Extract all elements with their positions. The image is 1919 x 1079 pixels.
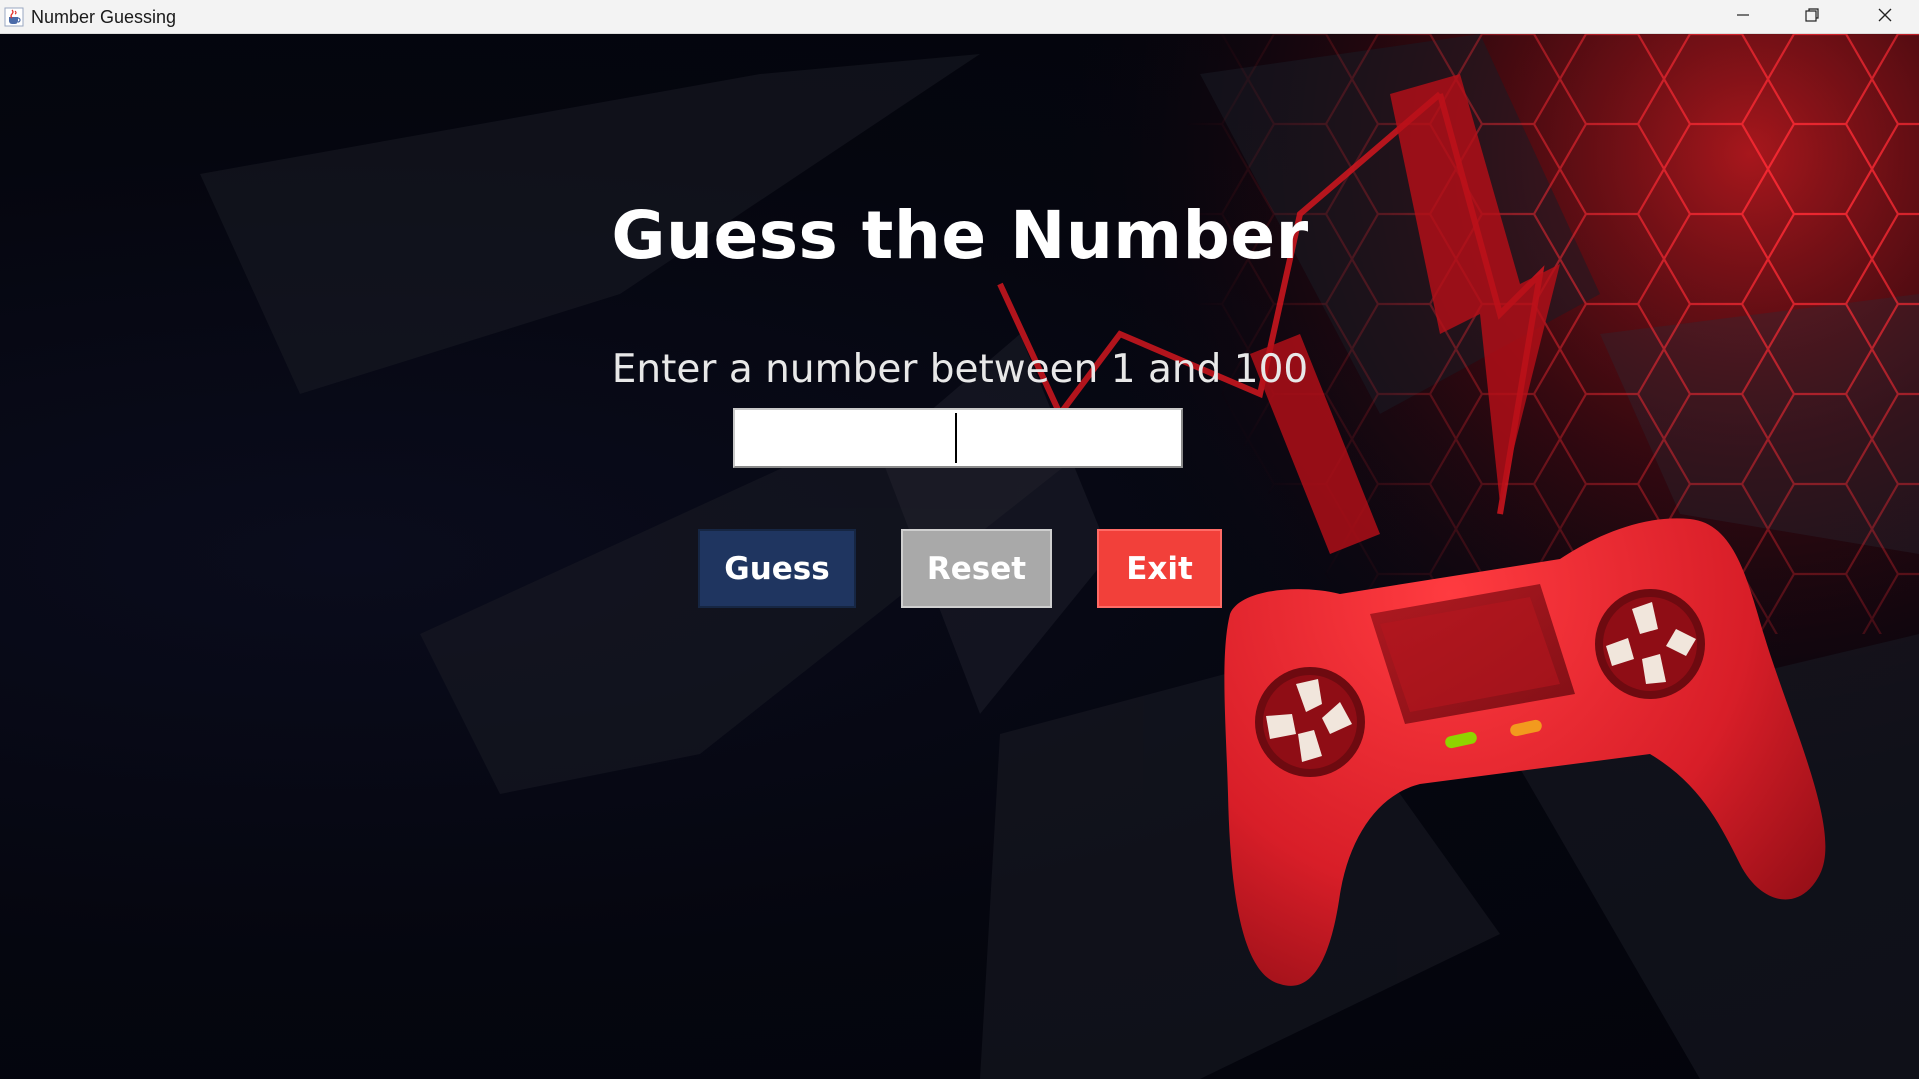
window-title: Number Guessing [31, 7, 177, 27]
guess-button[interactable]: Guess [698, 529, 856, 608]
restore-icon [1804, 7, 1820, 27]
java-cup-icon [4, 7, 24, 27]
app-window: Number Guessing Guess the Number Enter a… [0, 0, 1919, 1079]
page-title: Guess the Number [611, 197, 1309, 274]
instruction-label: Enter a number between 1 and 100 [611, 347, 1309, 392]
text-caret [955, 413, 957, 463]
title-bar[interactable]: Number Guessing [0, 0, 1919, 34]
close-icon [1877, 7, 1893, 27]
restore-button[interactable] [1778, 0, 1846, 33]
reset-button[interactable]: Reset [901, 529, 1052, 608]
minimize-icon [1735, 7, 1751, 27]
exit-button[interactable]: Exit [1097, 529, 1222, 608]
minimize-button[interactable] [1709, 0, 1777, 33]
close-button[interactable] [1851, 0, 1919, 33]
guess-input[interactable] [733, 408, 1183, 468]
